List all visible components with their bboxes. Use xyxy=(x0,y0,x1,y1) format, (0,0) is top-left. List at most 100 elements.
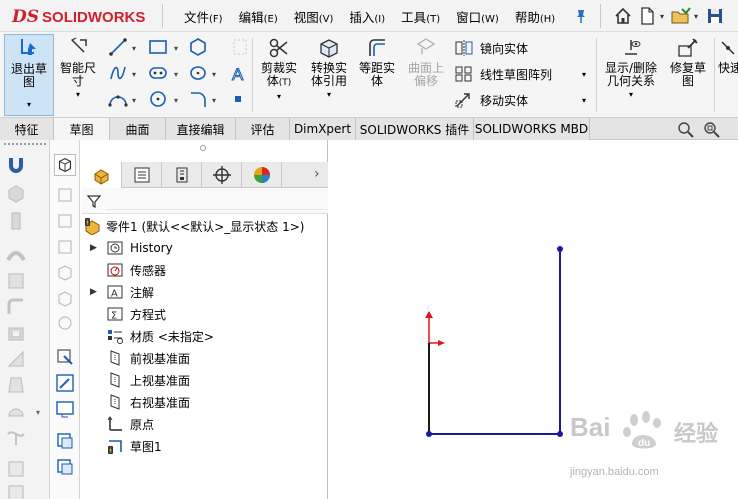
expand-icon[interactable]: ▶ xyxy=(90,243,100,253)
loft-icon[interactable] xyxy=(5,270,27,292)
trim-caret[interactable]: ▾ xyxy=(256,90,302,103)
dimetric-view-icon[interactable] xyxy=(54,312,76,334)
polygon-tool-icon[interactable] xyxy=(184,36,212,58)
hide-show-icon[interactable] xyxy=(54,430,76,452)
dome-icon[interactable] xyxy=(5,400,27,422)
sketch-point[interactable] xyxy=(557,246,563,252)
display-style-icon[interactable] xyxy=(54,398,76,420)
move-caret[interactable]: ▾ xyxy=(582,96,586,105)
trimetric-view-icon[interactable] xyxy=(54,288,76,310)
edit-sketch-icon[interactable] xyxy=(54,372,76,394)
exit-sketch-caret[interactable]: ▾ xyxy=(5,98,53,111)
display-relations-caret[interactable]: ▾ xyxy=(600,88,662,101)
slot-tool-caret[interactable]: ▾ xyxy=(174,70,178,79)
new-document-icon[interactable] xyxy=(636,5,658,27)
tree-item-origin[interactable]: 原点 xyxy=(82,414,328,434)
menu-edit[interactable]: 编辑(E) xyxy=(231,7,286,26)
open-dropdown-caret[interactable]: ▾ xyxy=(694,12,702,21)
new-dropdown-caret[interactable]: ▾ xyxy=(660,12,668,21)
sketch-point[interactable] xyxy=(426,431,432,437)
menu-window[interactable]: 窗口(W) xyxy=(448,7,507,26)
circle-tool-caret[interactable]: ▾ xyxy=(174,96,178,105)
panel-grip-icon[interactable] xyxy=(200,145,206,151)
tree-root[interactable]: 零件1 (默认<<默认>_显示状态 1>) xyxy=(82,216,328,236)
fillet-feature-icon[interactable] xyxy=(5,296,27,318)
fillet-tool-icon[interactable] xyxy=(184,88,212,110)
tab-sketch[interactable]: 草图 xyxy=(54,118,110,141)
move-entities-button[interactable]: 移动实体 xyxy=(454,90,528,110)
ellipse-tool-icon[interactable] xyxy=(184,62,212,84)
exit-sketch-button[interactable]: 退出草图 ▾ xyxy=(4,34,54,116)
magnet-icon[interactable] xyxy=(5,154,27,176)
zoom-to-fit-icon[interactable] xyxy=(676,120,696,138)
circle-tool-icon[interactable] xyxy=(144,88,172,110)
slot-tool-icon[interactable] xyxy=(144,62,172,84)
spline-tool-caret[interactable]: ▾ xyxy=(132,70,136,79)
revolve-icon[interactable] xyxy=(5,210,27,232)
open-folder-icon[interactable] xyxy=(670,5,692,27)
tab-features[interactable]: 特征 xyxy=(0,118,54,140)
tab-display-manager[interactable] xyxy=(242,162,282,188)
iso-view-icon[interactable] xyxy=(54,262,76,284)
display-delete-relations-button[interactable]: 显示/删除几何关系 ▾ xyxy=(600,34,662,101)
fillet-tool-caret[interactable]: ▾ xyxy=(212,96,216,105)
tree-item-annotations[interactable]: ▶ A 注解 xyxy=(82,282,328,302)
graphics-area[interactable]: Bai du 经验 jingyan.baidu.com xyxy=(328,140,738,499)
spline-tool-icon[interactable] xyxy=(104,62,132,84)
tree-item-top-plane[interactable]: 上视基准面 xyxy=(82,370,328,390)
tab-configuration-manager[interactable] xyxy=(162,162,202,188)
menu-view[interactable]: 视图(V) xyxy=(286,7,342,26)
chevron-right-icon[interactable]: › xyxy=(314,166,320,182)
line-tool-caret[interactable]: ▾ xyxy=(132,44,136,53)
smart-dimension-button[interactable]: 智能尺寸 ▾ xyxy=(56,34,100,101)
tab-feature-tree[interactable] xyxy=(82,162,122,188)
shell-icon[interactable] xyxy=(5,322,27,344)
zoom-to-area-icon[interactable] xyxy=(702,120,722,138)
rectangle-tool-caret[interactable]: ▾ xyxy=(174,44,178,53)
convert-entities-button[interactable]: 转换实体引用 ▾ xyxy=(304,34,354,101)
convert-caret[interactable]: ▾ xyxy=(304,88,354,101)
tree-item-history[interactable]: ▶ History xyxy=(82,238,328,258)
text-tool-icon[interactable]: A xyxy=(224,62,252,84)
tab-dimxpert[interactable]: DimXpert xyxy=(290,118,356,140)
tree-item-front-plane[interactable]: 前视基准面 xyxy=(82,348,328,368)
repair-sketch-button[interactable]: 修复草图 xyxy=(666,34,710,88)
tree-item-sensors[interactable]: 传感器 xyxy=(82,260,328,280)
dome-caret[interactable]: ▾ xyxy=(36,408,40,417)
offset-entities-button[interactable]: 等距实体 xyxy=(356,34,398,88)
trim-entities-button[interactable]: 剪裁实体(T) ▾ xyxy=(256,34,302,103)
linear-pattern-caret[interactable]: ▾ xyxy=(582,70,586,79)
tab-evaluate[interactable]: 评估 xyxy=(236,118,290,140)
rectangle-tool-icon[interactable] xyxy=(144,36,172,58)
normal-to-view-icon[interactable] xyxy=(54,154,76,176)
top-view-icon[interactable] xyxy=(54,210,76,232)
tree-item-sketch1[interactable]: 草图1 xyxy=(82,436,328,456)
tab-direct-editing[interactable]: 直接编辑 xyxy=(166,118,236,140)
extrude-icon[interactable] xyxy=(5,182,27,204)
front-view-icon[interactable] xyxy=(54,184,76,206)
filter-icon[interactable] xyxy=(86,193,102,209)
tab-solidworks-mbd[interactable]: SOLIDWORKS MBD xyxy=(474,118,590,140)
tab-dimxpert-manager[interactable] xyxy=(202,162,242,188)
section-view-icon[interactable] xyxy=(54,456,76,478)
sweep-icon[interactable] xyxy=(5,244,27,266)
tree-item-material[interactable]: 材质 <未指定> xyxy=(82,326,328,346)
menu-tools[interactable]: 工具(T) xyxy=(393,7,448,26)
tree-item-equations[interactable]: Σ 方程式 xyxy=(82,304,328,324)
expand-icon[interactable]: ▶ xyxy=(90,287,100,297)
menu-help[interactable]: 帮助(H) xyxy=(507,7,563,26)
arc-tool-icon[interactable] xyxy=(104,88,132,110)
arc-tool-caret[interactable]: ▾ xyxy=(132,96,136,105)
smart-dimension-caret[interactable]: ▾ xyxy=(56,88,100,101)
instant3d-icon[interactable] xyxy=(5,482,27,499)
pin-icon[interactable] xyxy=(574,8,588,24)
mirror-entities-button[interactable]: 镜向实体 xyxy=(454,38,528,58)
reference-geometry-icon[interactable] xyxy=(5,458,27,480)
line-tool-icon[interactable] xyxy=(104,36,132,58)
save-icon[interactable] xyxy=(704,5,726,27)
menu-insert[interactable]: 插入(I) xyxy=(341,7,393,26)
curves-icon[interactable] xyxy=(5,426,27,448)
home-icon[interactable] xyxy=(612,5,634,27)
tree-item-right-plane[interactable]: 右视基准面 xyxy=(82,392,328,412)
tree-filter-input[interactable] xyxy=(106,192,328,210)
